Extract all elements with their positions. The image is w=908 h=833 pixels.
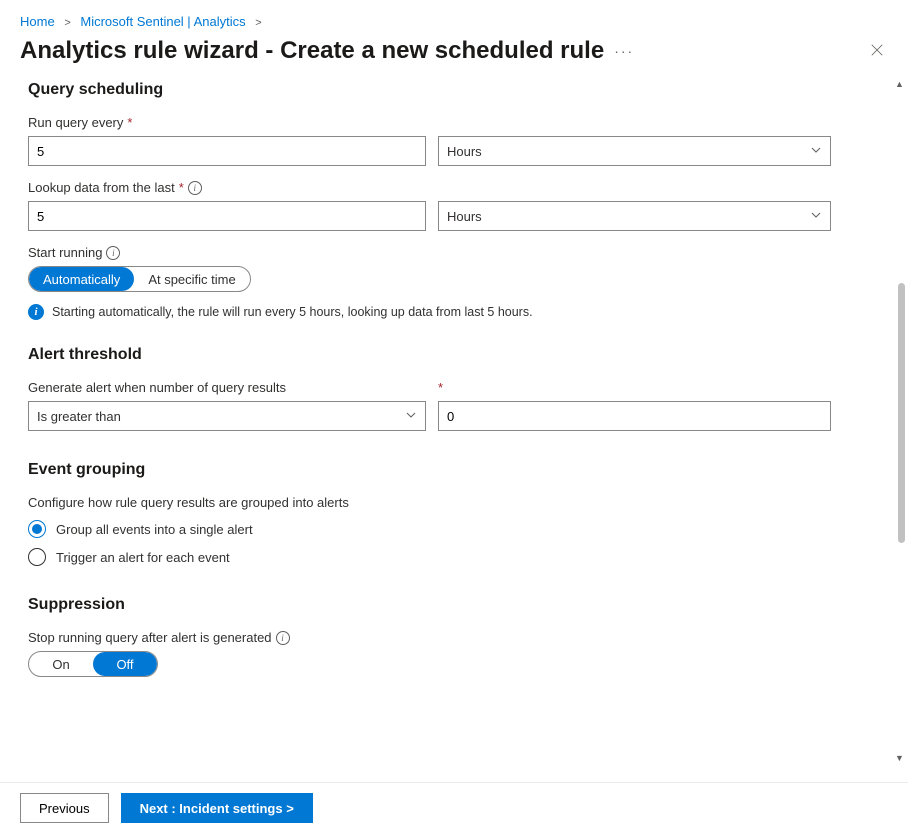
radio-each-event-label: Trigger an alert for each event	[56, 550, 230, 565]
more-icon[interactable]: ···	[614, 43, 634, 59]
radio-group-all-label: Group all events into a single alert	[56, 522, 253, 537]
suppression-on[interactable]: On	[29, 652, 93, 676]
chevron-down-icon	[405, 409, 417, 424]
radio-group-all[interactable]	[28, 520, 46, 538]
suppression-label: Stop running query after alert is genera…	[28, 630, 844, 645]
section-query-scheduling: Query scheduling	[28, 81, 844, 99]
chevron-down-icon	[810, 144, 822, 159]
breadcrumb-sep: >	[255, 17, 261, 29]
scrollbar[interactable]: ▲ ▼	[897, 83, 905, 759]
breadcrumb-sentinel[interactable]: Microsoft Sentinel | Analytics	[80, 14, 245, 29]
info-icon[interactable]: i	[106, 246, 120, 260]
run-every-label: Run query every*	[28, 115, 844, 130]
breadcrumb: Home > Microsoft Sentinel | Analytics >	[0, 0, 908, 37]
breadcrumb-sep: >	[64, 17, 70, 29]
form-content: Query scheduling Run query every* Hours …	[0, 77, 908, 765]
chevron-down-icon	[810, 209, 822, 224]
wizard-footer: Previous Next : Incident settings >	[0, 782, 908, 833]
scrollbar-thumb[interactable]	[898, 283, 905, 543]
info-badge-icon: i	[28, 304, 44, 320]
section-event-grouping: Event grouping	[28, 461, 844, 479]
section-suppression: Suppression	[28, 596, 844, 614]
threshold-value-input[interactable]	[438, 401, 831, 431]
run-every-unit-select[interactable]: Hours	[438, 136, 831, 166]
run-every-input[interactable]	[28, 136, 426, 166]
start-running-label: Start running i	[28, 245, 844, 260]
lookup-input[interactable]	[28, 201, 426, 231]
suppression-toggle[interactable]: On Off	[28, 651, 158, 677]
start-running-specific[interactable]: At specific time	[134, 267, 249, 291]
section-alert-threshold: Alert threshold	[28, 346, 844, 364]
lookup-unit-select[interactable]: Hours	[438, 201, 831, 231]
lookup-label: Lookup data from the last* i	[28, 180, 844, 195]
scroll-up-icon[interactable]: ▲	[895, 79, 905, 89]
info-icon[interactable]: i	[188, 181, 202, 195]
start-running-toggle[interactable]: Automatically At specific time	[28, 266, 251, 292]
breadcrumb-home[interactable]: Home	[20, 14, 55, 29]
close-icon[interactable]	[870, 43, 884, 60]
schedule-info-message: i Starting automatically, the rule will …	[28, 304, 844, 320]
scroll-down-icon[interactable]: ▼	[895, 753, 905, 763]
event-grouping-sub: Configure how rule query results are gro…	[28, 495, 844, 510]
start-running-auto[interactable]: Automatically	[29, 267, 134, 291]
radio-each-event[interactable]	[28, 548, 46, 566]
threshold-label: Generate alert when number of query resu…	[28, 380, 426, 395]
info-icon[interactable]: i	[276, 631, 290, 645]
threshold-operator-select[interactable]: Is greater than	[28, 401, 426, 431]
page-title: Analytics rule wizard - Create a new sch…	[20, 37, 604, 65]
next-button[interactable]: Next : Incident settings >	[121, 793, 313, 823]
required-star: *	[438, 380, 443, 395]
previous-button[interactable]: Previous	[20, 793, 109, 823]
suppression-off[interactable]: Off	[93, 652, 157, 676]
